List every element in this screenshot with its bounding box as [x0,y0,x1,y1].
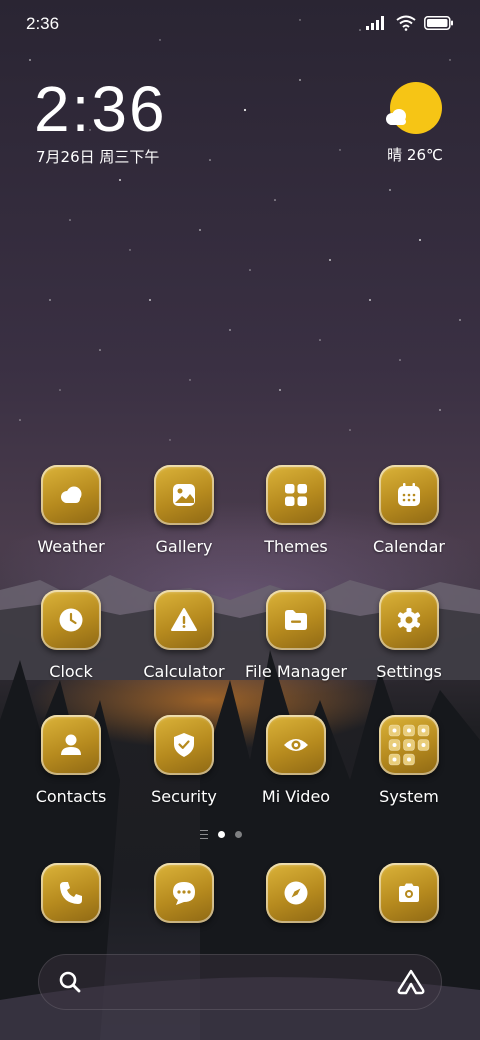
signal-icon [366,16,384,30]
dock-messages[interactable] [129,863,239,923]
app-file-manager[interactable]: File Manager [241,590,351,681]
eye-icon [284,739,308,751]
dock-camera[interactable] [354,863,464,923]
status-bar: 2:36 [0,0,480,50]
dock-browser[interactable] [241,863,351,923]
phone-app-icon [41,863,101,923]
person-icon [61,734,81,755]
widget-date: 7月26日 周三下午 [36,148,160,166]
app-label: Settings [376,662,442,681]
folder-icon [285,610,307,630]
search-bar[interactable] [38,954,442,1010]
security-app-icon [154,715,214,775]
app-label: Calendar [373,537,445,556]
gallery-app-icon [154,465,214,525]
app-mi-video[interactable]: Mi Video [241,715,351,806]
themes-app-icon [266,465,326,525]
clock-app-icon [41,590,101,650]
app-label: Mi Video [261,787,331,806]
calendar-app-icon [379,465,439,525]
calendar-icon [398,483,420,506]
app-label: Weather [37,537,105,556]
cloud-icon [61,486,82,503]
clock-widget[interactable]: 2:36 7月26日 周三下午 [34,74,167,167]
gallery-icon [173,484,195,506]
app-label: Clock [49,662,93,681]
app-folder-system[interactable]: System [354,715,464,806]
app-weather[interactable]: Weather [16,465,126,556]
app-gallery[interactable]: Gallery [129,465,239,556]
app-settings[interactable]: Settings [354,590,464,681]
messages-icon [173,882,195,905]
app-label: Calculator [143,662,225,681]
browser-app-icon [266,863,326,923]
app-themes[interactable]: Themes [241,465,351,556]
mi-video-app-icon [266,715,326,775]
app-label: Themes [264,537,328,556]
app-contacts[interactable]: Contacts [16,715,126,806]
wifi-icon [396,15,416,31]
app-calculator[interactable]: Calculator [129,590,239,681]
assistant-icon[interactable] [396,968,426,996]
app-label: Contacts [35,787,107,806]
app-label: Gallery [155,537,213,556]
file-manager-app-icon [266,590,326,650]
page-list-icon [200,830,208,839]
weather-summary: 晴 26℃ [387,146,443,164]
page-dot-active [218,831,225,838]
settings-app-icon [379,590,439,650]
camera-app-icon [379,863,439,923]
page-indicator[interactable] [200,830,242,839]
app-clock[interactable]: Clock [16,590,126,681]
system-folder-icon [379,715,439,775]
phone-icon [60,882,82,904]
app-label: System [379,787,439,806]
shield-icon [174,733,194,757]
cloud-icon [386,109,406,125]
app-label: File Manager [245,662,347,681]
app-calendar[interactable]: Calendar [354,465,464,556]
page-dot [235,831,242,838]
app-label: Security [151,787,217,806]
compass-icon [284,881,308,905]
weather-app-icon [41,465,101,525]
clock-icon [59,608,83,632]
folder-grid-icon [388,724,430,766]
calculator-app-icon [154,590,214,650]
messages-app-icon [154,863,214,923]
status-time: 2:36 [26,14,60,33]
widget-time: 2:36 [34,73,167,145]
contacts-app-icon [41,715,101,775]
status-icons [366,15,454,31]
camera-icon [399,883,419,902]
warning-icon [171,608,197,631]
search-icon[interactable] [58,970,82,994]
gear-icon [397,608,421,632]
app-security[interactable]: Security [129,715,239,806]
dock-phone[interactable] [16,863,126,923]
battery-icon [424,16,453,30]
themes-icon [285,484,307,506]
